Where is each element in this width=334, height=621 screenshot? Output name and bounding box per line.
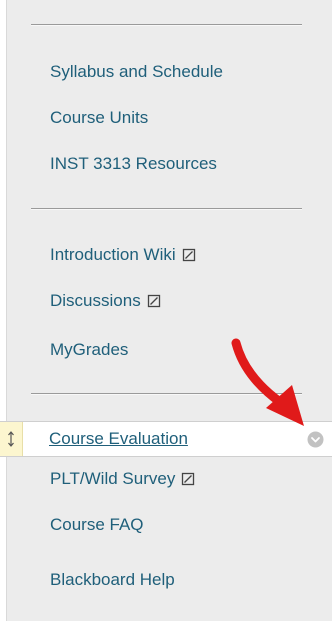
menu-item-label: Course Units [50, 108, 149, 127]
course-menu: Syllabus and Schedule Course Units INST … [6, 0, 332, 621]
menu-item-introduction-wiki[interactable]: Introduction Wiki [7, 238, 332, 272]
menu-divider [31, 24, 302, 26]
menu-item-label: Course FAQ [50, 515, 144, 534]
menu-item-mygrades[interactable]: MyGrades [7, 333, 332, 367]
menu-divider [31, 393, 302, 395]
external-link-icon [182, 248, 195, 262]
external-link-icon [182, 472, 195, 486]
drag-handle-icon[interactable] [0, 422, 23, 456]
menu-item-label: Introduction Wiki [50, 245, 176, 264]
menu-item-label: Course Evaluation [49, 429, 188, 448]
menu-item-label: Blackboard Help [50, 570, 175, 589]
menu-divider [31, 208, 302, 210]
external-link-icon [147, 294, 160, 308]
menu-item-syllabus-and-schedule[interactable]: Syllabus and Schedule [7, 55, 332, 89]
menu-item-label: PLT/Wild Survey [50, 469, 176, 488]
menu-item-plt-wild-survey[interactable]: PLT/Wild Survey [7, 462, 332, 496]
menu-item-label: MyGrades [50, 340, 129, 359]
menu-item-course-evaluation[interactable]: Course Evaluation [0, 421, 332, 457]
menu-item-course-faq[interactable]: Course FAQ [7, 508, 332, 542]
menu-item-label: Discussions [50, 291, 141, 310]
menu-item-discussions[interactable]: Discussions [7, 284, 332, 318]
drag-handle-glyph [8, 431, 14, 447]
menu-item-label: Syllabus and Schedule [50, 62, 223, 81]
menu-item-label: INST 3313 Resources [50, 154, 217, 173]
menu-item-inst-3313-resources[interactable]: INST 3313 Resources [7, 147, 332, 181]
menu-item-blackboard-help[interactable]: Blackboard Help [7, 563, 332, 597]
chevron-down-icon[interactable] [307, 431, 324, 448]
menu-item-course-units[interactable]: Course Units [7, 101, 332, 135]
